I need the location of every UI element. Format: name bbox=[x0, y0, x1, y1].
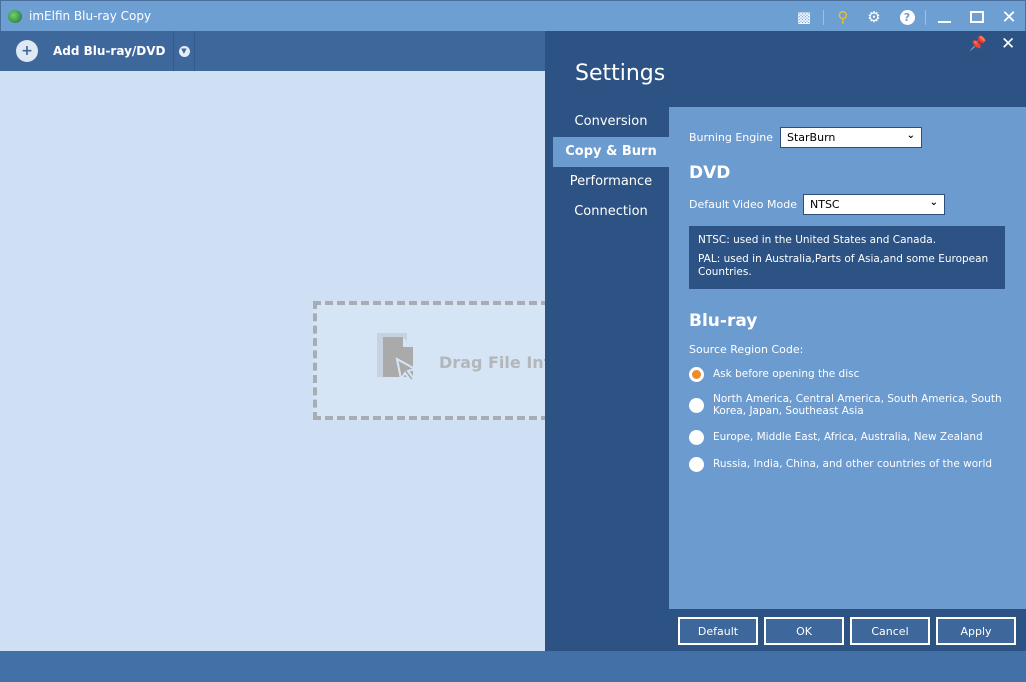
settings-close-icon[interactable]: ✕ bbox=[1001, 34, 1015, 54]
video-mode-select[interactable]: NTSC ⌄ bbox=[803, 194, 945, 215]
region-option-b[interactable]: Europe, Middle East, Africa, Australia, … bbox=[689, 430, 1009, 445]
region-option-ask-before[interactable]: Ask before opening the disc bbox=[689, 367, 1009, 382]
title-bar: imElfin Blu-ray Copy ▩ ⚲ ⚙ ? ✕ bbox=[0, 0, 1026, 31]
settings-footer: Default OK Cancel Apply bbox=[545, 609, 1026, 651]
status-bar bbox=[0, 651, 1026, 682]
region-option-label: Ask before opening the disc bbox=[713, 368, 860, 380]
drop-zone[interactable]: Drag File Into Here bbox=[313, 301, 611, 420]
pin-icon[interactable]: 📌 bbox=[969, 36, 986, 52]
info-pal: PAL: used in Australia,Parts of Asia,and… bbox=[698, 253, 989, 278]
video-mode-label: Default Video Mode bbox=[689, 198, 797, 211]
add-bluray-dvd-label: Add Blu-ray/DVD bbox=[53, 44, 166, 58]
radio-icon bbox=[689, 430, 704, 445]
settings-content: Burning Engine StarBurn ⌄ DVD Default Vid… bbox=[669, 107, 1026, 609]
region-option-label: Europe, Middle East, Africa, Australia, … bbox=[713, 431, 983, 443]
burning-engine-value: StarBurn bbox=[787, 131, 836, 144]
nav-connection[interactable]: Connection bbox=[553, 197, 669, 227]
region-option-label: North America, Central America, South Am… bbox=[713, 393, 1002, 417]
divider bbox=[823, 10, 824, 25]
feedback-icon[interactable]: ▩ bbox=[794, 7, 814, 27]
dvd-heading: DVD bbox=[689, 163, 731, 183]
radio-icon bbox=[689, 398, 704, 413]
video-mode-value: NTSC bbox=[810, 198, 840, 211]
chevron-down-icon: ⌄ bbox=[906, 130, 915, 141]
apply-button[interactable]: Apply bbox=[936, 617, 1016, 645]
maximize-icon[interactable] bbox=[967, 7, 987, 27]
toolbar: + Add Blu-ray/DVD ▼ bbox=[0, 31, 545, 71]
burning-engine-select[interactable]: StarBurn ⌄ bbox=[780, 127, 922, 148]
settings-nav: Conversion Copy & Burn Performance Conne… bbox=[553, 107, 669, 227]
settings-panel: Settings 📌 ✕ Conversion Copy & Burn Perf… bbox=[545, 31, 1026, 651]
info-ntsc: NTSC: used in the United States and Cana… bbox=[698, 234, 937, 246]
close-icon[interactable]: ✕ bbox=[999, 7, 1019, 28]
default-button[interactable]: Default bbox=[678, 617, 758, 645]
chevron-down-icon: ▼ bbox=[178, 45, 190, 57]
radio-selected-icon bbox=[689, 367, 704, 382]
divider bbox=[925, 10, 926, 25]
drag-file-icon bbox=[377, 333, 418, 383]
region-code-label: Source Region Code: bbox=[689, 343, 804, 356]
add-dropdown-button[interactable]: ▼ bbox=[173, 31, 195, 71]
gear-icon[interactable]: ⚙ bbox=[864, 7, 884, 27]
ok-button[interactable]: OK bbox=[764, 617, 844, 645]
region-option-c[interactable]: Russia, India, China, and other countrie… bbox=[689, 457, 1009, 472]
key-icon[interactable]: ⚲ bbox=[833, 7, 853, 27]
region-option-a[interactable]: North America, Central America, South Am… bbox=[689, 393, 1009, 417]
video-mode-info: NTSC: used in the United States and Cana… bbox=[689, 226, 1005, 289]
help-icon[interactable]: ? bbox=[897, 7, 917, 27]
burning-engine-label: Burning Engine bbox=[689, 131, 774, 144]
window-title: imElfin Blu-ray Copy bbox=[29, 9, 152, 23]
nav-copy-burn[interactable]: Copy & Burn bbox=[553, 137, 669, 167]
settings-title: Settings bbox=[575, 61, 666, 86]
minimize-icon[interactable] bbox=[934, 7, 954, 27]
nav-performance[interactable]: Performance bbox=[553, 167, 669, 197]
nav-conversion[interactable]: Conversion bbox=[553, 107, 669, 137]
cancel-button[interactable]: Cancel bbox=[850, 617, 930, 645]
add-bluray-dvd-button[interactable]: + Add Blu-ray/DVD bbox=[0, 31, 172, 71]
region-option-label: Russia, India, China, and other countrie… bbox=[713, 458, 993, 470]
chevron-down-icon: ⌄ bbox=[929, 197, 938, 208]
radio-icon bbox=[689, 457, 704, 472]
app-logo-icon bbox=[8, 10, 22, 23]
bluray-heading: Blu-ray bbox=[689, 311, 758, 331]
add-disc-icon: + bbox=[16, 40, 38, 62]
